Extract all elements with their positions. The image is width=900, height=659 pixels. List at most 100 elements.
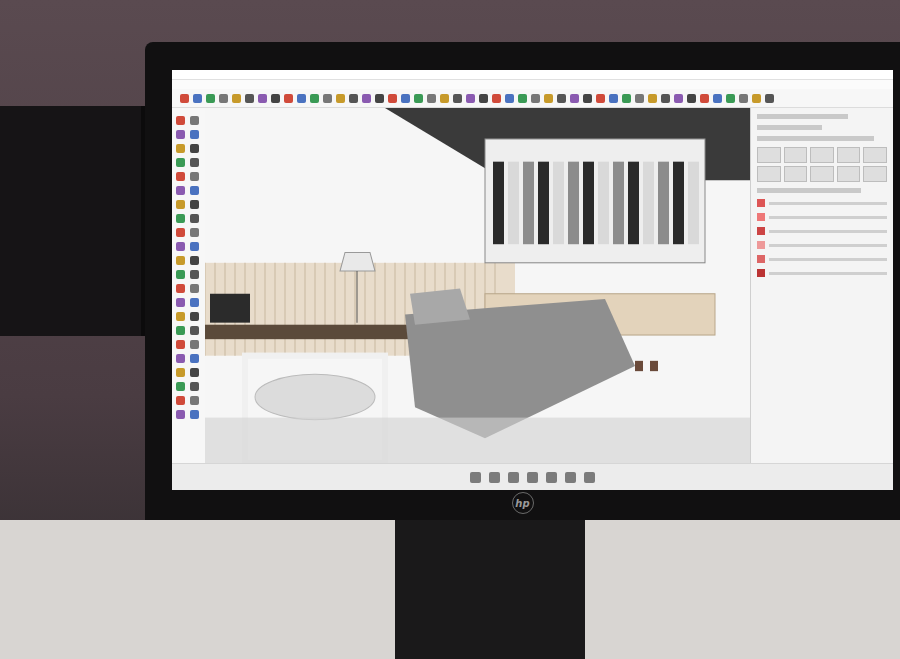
tool-icon[interactable] — [232, 94, 241, 103]
tool-icon[interactable] — [336, 94, 345, 103]
tool-icon[interactable] — [190, 396, 199, 405]
tool-icon[interactable] — [687, 94, 696, 103]
tool-icon[interactable] — [176, 116, 185, 125]
tool-icon[interactable] — [700, 94, 709, 103]
tool-icon[interactable] — [752, 94, 761, 103]
taskbar-app-icon[interactable] — [489, 472, 500, 483]
tool-icon[interactable] — [190, 172, 199, 181]
tool-icon[interactable] — [609, 94, 618, 103]
tool-icon[interactable] — [190, 242, 199, 251]
tool-icon[interactable] — [531, 94, 540, 103]
taskbar-app-icon[interactable] — [470, 472, 481, 483]
tool-icon[interactable] — [466, 94, 475, 103]
tool-icon[interactable] — [492, 94, 501, 103]
tool-icon[interactable] — [518, 94, 527, 103]
tool-icon[interactable] — [674, 94, 683, 103]
tool-icon[interactable] — [176, 228, 185, 237]
tool-icon[interactable] — [190, 130, 199, 139]
tool-icon[interactable] — [427, 94, 436, 103]
tool-icon[interactable] — [297, 94, 306, 103]
tool-icon[interactable] — [479, 94, 488, 103]
tool-icon[interactable] — [362, 94, 371, 103]
tool-icon[interactable] — [505, 94, 514, 103]
material-thumb[interactable] — [837, 166, 861, 182]
tool-icon[interactable] — [190, 256, 199, 265]
tool-icon[interactable] — [176, 256, 185, 265]
tool-icon[interactable] — [176, 312, 185, 321]
tool-icon[interactable] — [190, 410, 199, 419]
taskbar-app-icon[interactable] — [546, 472, 557, 483]
tool-icon[interactable] — [176, 410, 185, 419]
material-thumb[interactable] — [784, 166, 808, 182]
material-thumb[interactable] — [810, 166, 834, 182]
tool-icon[interactable] — [190, 326, 199, 335]
tool-icon[interactable] — [349, 94, 358, 103]
tool-icon[interactable] — [176, 144, 185, 153]
taskbar-app-icon[interactable] — [565, 472, 576, 483]
tool-icon[interactable] — [765, 94, 774, 103]
tool-icon[interactable] — [375, 94, 384, 103]
tag-row[interactable] — [757, 199, 887, 207]
material-thumb[interactable] — [757, 147, 781, 163]
tool-icon[interactable] — [284, 94, 293, 103]
tool-icon[interactable] — [596, 94, 605, 103]
tool-icon[interactable] — [713, 94, 722, 103]
tool-icon[interactable] — [219, 94, 228, 103]
tool-icon[interactable] — [176, 172, 185, 181]
tool-icon[interactable] — [583, 94, 592, 103]
material-thumb[interactable] — [757, 166, 781, 182]
tool-icon[interactable] — [453, 94, 462, 103]
tool-icon[interactable] — [190, 368, 199, 377]
material-thumb[interactable] — [863, 147, 887, 163]
tool-icon[interactable] — [176, 340, 185, 349]
tag-row[interactable] — [757, 269, 887, 277]
viewport[interactable] — [205, 108, 750, 463]
tool-icon[interactable] — [176, 396, 185, 405]
tool-icon[interactable] — [190, 284, 199, 293]
tool-icon[interactable] — [570, 94, 579, 103]
tool-icon[interactable] — [176, 186, 185, 195]
taskbar-app-icon[interactable] — [527, 472, 538, 483]
tool-icon[interactable] — [176, 382, 185, 391]
tool-icon[interactable] — [176, 242, 185, 251]
tool-icon[interactable] — [176, 214, 185, 223]
tool-icon[interactable] — [323, 94, 332, 103]
tool-icon[interactable] — [176, 298, 185, 307]
tool-icon[interactable] — [190, 298, 199, 307]
tool-icon[interactable] — [414, 94, 423, 103]
tool-icon[interactable] — [310, 94, 319, 103]
tool-icon[interactable] — [176, 354, 185, 363]
tool-icon[interactable] — [193, 94, 202, 103]
tool-icon[interactable] — [176, 130, 185, 139]
tool-icon[interactable] — [648, 94, 657, 103]
tool-icon[interactable] — [176, 326, 185, 335]
tool-icon[interactable] — [635, 94, 644, 103]
tool-icon[interactable] — [739, 94, 748, 103]
tool-icon[interactable] — [245, 94, 254, 103]
material-thumb[interactable] — [784, 147, 808, 163]
tool-icon[interactable] — [401, 94, 410, 103]
tool-icon[interactable] — [180, 94, 189, 103]
tool-icon[interactable] — [190, 354, 199, 363]
tool-icon[interactable] — [271, 94, 280, 103]
tool-icon[interactable] — [190, 270, 199, 279]
tag-row[interactable] — [757, 213, 887, 221]
tool-icon[interactable] — [661, 94, 670, 103]
tool-icon[interactable] — [190, 144, 199, 153]
tool-icon[interactable] — [544, 94, 553, 103]
tool-icon[interactable] — [190, 382, 199, 391]
taskbar-app-icon[interactable] — [584, 472, 595, 483]
tool-icon[interactable] — [190, 340, 199, 349]
tool-icon[interactable] — [190, 228, 199, 237]
tool-icon[interactable] — [190, 116, 199, 125]
material-thumb[interactable] — [810, 147, 834, 163]
material-thumb[interactable] — [837, 147, 861, 163]
tool-icon[interactable] — [557, 94, 566, 103]
tool-icon[interactable] — [388, 94, 397, 103]
tool-icon[interactable] — [190, 186, 199, 195]
tag-row[interactable] — [757, 255, 887, 263]
tool-icon[interactable] — [176, 270, 185, 279]
tool-icon[interactable] — [190, 312, 199, 321]
material-thumb[interactable] — [863, 166, 887, 182]
tool-icon[interactable] — [176, 368, 185, 377]
